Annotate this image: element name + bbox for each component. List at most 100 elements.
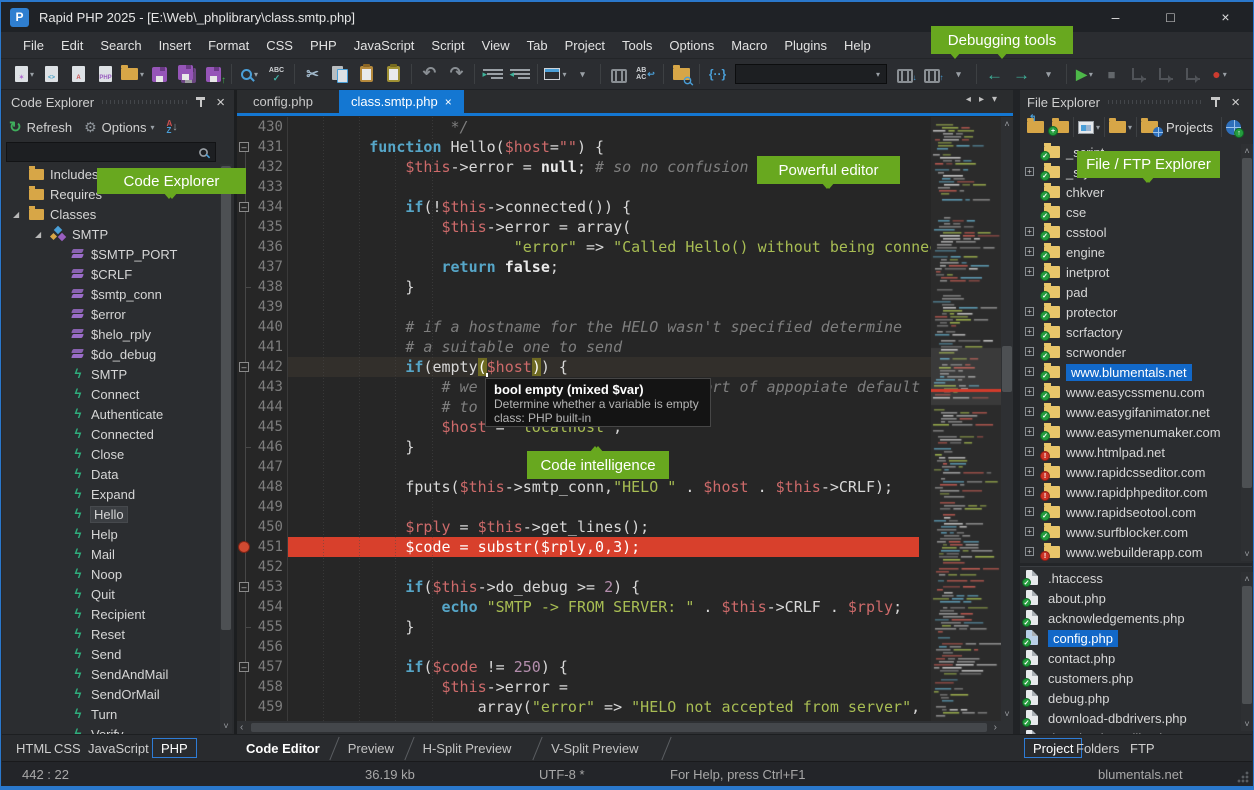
tree-item-do_debug[interactable]: $do_debug: [1, 344, 219, 364]
menu-file[interactable]: File: [23, 38, 44, 53]
menu-project[interactable]: Project: [565, 38, 605, 53]
view-mode-icon[interactable]: [1078, 121, 1094, 134]
code-line-450[interactable]: 450 $rply = $this->get_lines();: [237, 517, 931, 537]
find-in-files-icon[interactable]: [669, 62, 694, 86]
tree-item-mail[interactable]: ϟMail: [1, 544, 219, 564]
find-next-icon[interactable]: ↓: [892, 62, 917, 86]
tree-item-sendormail[interactable]: ϟSendOrMail: [1, 684, 219, 704]
tree-item-recipient[interactable]: ϟRecipient: [1, 604, 219, 624]
run-icon[interactable]: ▶▾: [1072, 62, 1097, 86]
step-over-icon[interactable]: [1126, 62, 1151, 86]
save-and-upload-icon[interactable]: ↑: [201, 62, 226, 86]
tree-item-noop[interactable]: ϟNoop: [1, 564, 219, 584]
caret-down-icon[interactable]: ▾: [1223, 70, 1227, 79]
folder-item-www.easymenumaker.com[interactable]: +✓www.easymenumaker.com: [1020, 422, 1241, 442]
folder-item-www.htmlpad.net[interactable]: +!www.htmlpad.net: [1020, 442, 1241, 462]
cut-icon[interactable]: ✂: [300, 62, 325, 86]
expand-plus-icon[interactable]: +: [1025, 267, 1034, 276]
tree-item-connected[interactable]: ϟConnected: [1, 424, 219, 444]
file-explorer-splitter[interactable]: [1020, 563, 1252, 567]
search-icon[interactable]: [199, 148, 208, 157]
files-scrollbar[interactable]: ˄ ˅: [1241, 572, 1253, 731]
expand-plus-icon[interactable]: +: [1025, 487, 1034, 496]
menu-javascript[interactable]: JavaScript: [354, 38, 415, 53]
new-folder-icon[interactable]: +: [1052, 121, 1069, 133]
scroll-up-icon[interactable]: ˄: [1001, 119, 1013, 129]
code-line-438[interactable]: 438 }: [237, 277, 931, 297]
save-all-icon[interactable]: [174, 62, 199, 86]
file-item-contact.php[interactable]: ✓contact.php: [1020, 648, 1241, 668]
projects-folder-icon[interactable]: [1141, 121, 1158, 133]
tab-menu-icon[interactable]: ▾: [992, 94, 1005, 105]
expand-plus-icon[interactable]: +: [1025, 367, 1034, 376]
menu-view[interactable]: View: [482, 38, 510, 53]
fold-marker-icon[interactable]: –: [239, 142, 249, 152]
tree-item-close[interactable]: ϟClose: [1, 444, 219, 464]
folder-item-pad[interactable]: ✓pad: [1020, 282, 1241, 302]
tree-item-error[interactable]: $error: [1, 304, 219, 324]
doctype-tab-javascript[interactable]: JavaScript: [88, 735, 149, 761]
panel-tab-project[interactable]: Project: [1024, 738, 1082, 758]
tree-item-help[interactable]: ϟHelp: [1, 524, 219, 544]
code-line-434[interactable]: –434 if(!$this->connected()) {: [237, 197, 931, 217]
undo-icon[interactable]: ↶: [417, 62, 442, 86]
new-document-icon[interactable]: ✶▾: [12, 62, 37, 86]
code-line-437[interactable]: 437 return false;: [237, 257, 931, 277]
code-line-454[interactable]: 454 echo "SMTP -> FROM SERVER: " . $this…: [237, 597, 931, 617]
folder-select-icon[interactable]: [1109, 121, 1126, 133]
expand-plus-icon[interactable]: +: [1025, 447, 1034, 456]
folder-item-inetprot[interactable]: +✓inetprot: [1020, 262, 1241, 282]
menu-tab[interactable]: Tab: [527, 38, 548, 53]
folder-item-protector[interactable]: +✓protector: [1020, 302, 1241, 322]
minimap[interactable]: [931, 117, 1001, 721]
increase-indent-icon[interactable]: ▸: [480, 62, 505, 86]
panel-tab-folders[interactable]: Folders: [1076, 735, 1119, 761]
paste-icon[interactable]: [354, 62, 379, 86]
file-item-config.php[interactable]: ✓config.php: [1020, 628, 1241, 648]
caret-down-icon[interactable]: ▾: [254, 70, 258, 79]
folder-item-cse[interactable]: ✓cse: [1020, 202, 1241, 222]
tree-item-authenticate[interactable]: ϟAuthenticate: [1, 404, 219, 424]
folder-item-www.rapidphpeditor.com[interactable]: +!www.rapidphpeditor.com: [1020, 482, 1241, 502]
folder-item-scrfactory[interactable]: +✓scrfactory: [1020, 322, 1241, 342]
scroll-up-icon[interactable]: ˄: [1241, 574, 1253, 584]
menu-options[interactable]: Options: [669, 38, 714, 53]
new-html-document-icon[interactable]: A: [66, 62, 91, 86]
scroll-down-icon[interactable]: ˅: [1001, 709, 1013, 719]
pin-icon[interactable]: [195, 96, 206, 108]
tree-item-helo_rply[interactable]: $helo_rply: [1, 324, 219, 344]
fold-marker-icon[interactable]: –: [239, 362, 249, 372]
tree-item-connect[interactable]: ϟConnect: [1, 384, 219, 404]
record-macro-icon[interactable]: ●▾: [1207, 62, 1232, 86]
tab-prev-icon[interactable]: ◂: [966, 94, 979, 105]
decrease-indent-icon[interactable]: ◂: [507, 62, 532, 86]
folder-item-www.rapidseotool.com[interactable]: +✓www.rapidseotool.com: [1020, 502, 1241, 522]
folder-item-engine[interactable]: +✓engine: [1020, 242, 1241, 262]
caret-down-icon[interactable]: ▾: [140, 70, 144, 79]
menu-help[interactable]: Help: [844, 38, 871, 53]
expand-plus-icon[interactable]: +: [1025, 527, 1034, 536]
expand-plus-icon[interactable]: +: [1025, 167, 1034, 176]
tree-item-expand[interactable]: ϟExpand: [1, 484, 219, 504]
menu-search[interactable]: Search: [100, 38, 141, 53]
menu-insert[interactable]: Insert: [159, 38, 192, 53]
tree-item-sendandmail[interactable]: ϟSendAndMail: [1, 664, 219, 684]
panel-divider[interactable]: [1013, 90, 1020, 734]
code-line-452[interactable]: 452: [237, 557, 931, 577]
tree-item-reset[interactable]: ϟReset: [1, 624, 219, 644]
caret-down-icon[interactable]: ▾: [562, 70, 566, 79]
menu-css[interactable]: CSS: [266, 38, 293, 53]
scroll-up-icon[interactable]: ˄: [1241, 146, 1253, 156]
navigate-back-icon[interactable]: ←: [982, 62, 1007, 86]
breakpoint-icon[interactable]: [238, 541, 250, 553]
options-caret-icon[interactable]: ▾: [150, 123, 154, 132]
code-line-456[interactable]: 456: [237, 637, 931, 657]
fold-marker-icon[interactable]: –: [239, 582, 249, 592]
code-line-459[interactable]: 459 array("error" => "HELO not accepted …: [237, 697, 931, 717]
code-explorer-search-input[interactable]: [7, 145, 198, 159]
tab-close-icon[interactable]: ×: [445, 95, 452, 109]
folder-item-www.webuilderapp.com[interactable]: +!www.webuilderapp.com: [1020, 542, 1241, 562]
scroll-down-icon[interactable]: ˅: [1241, 549, 1253, 559]
new-php-document-icon[interactable]: PHP: [93, 62, 118, 86]
open-file-icon[interactable]: ▾: [120, 62, 145, 86]
